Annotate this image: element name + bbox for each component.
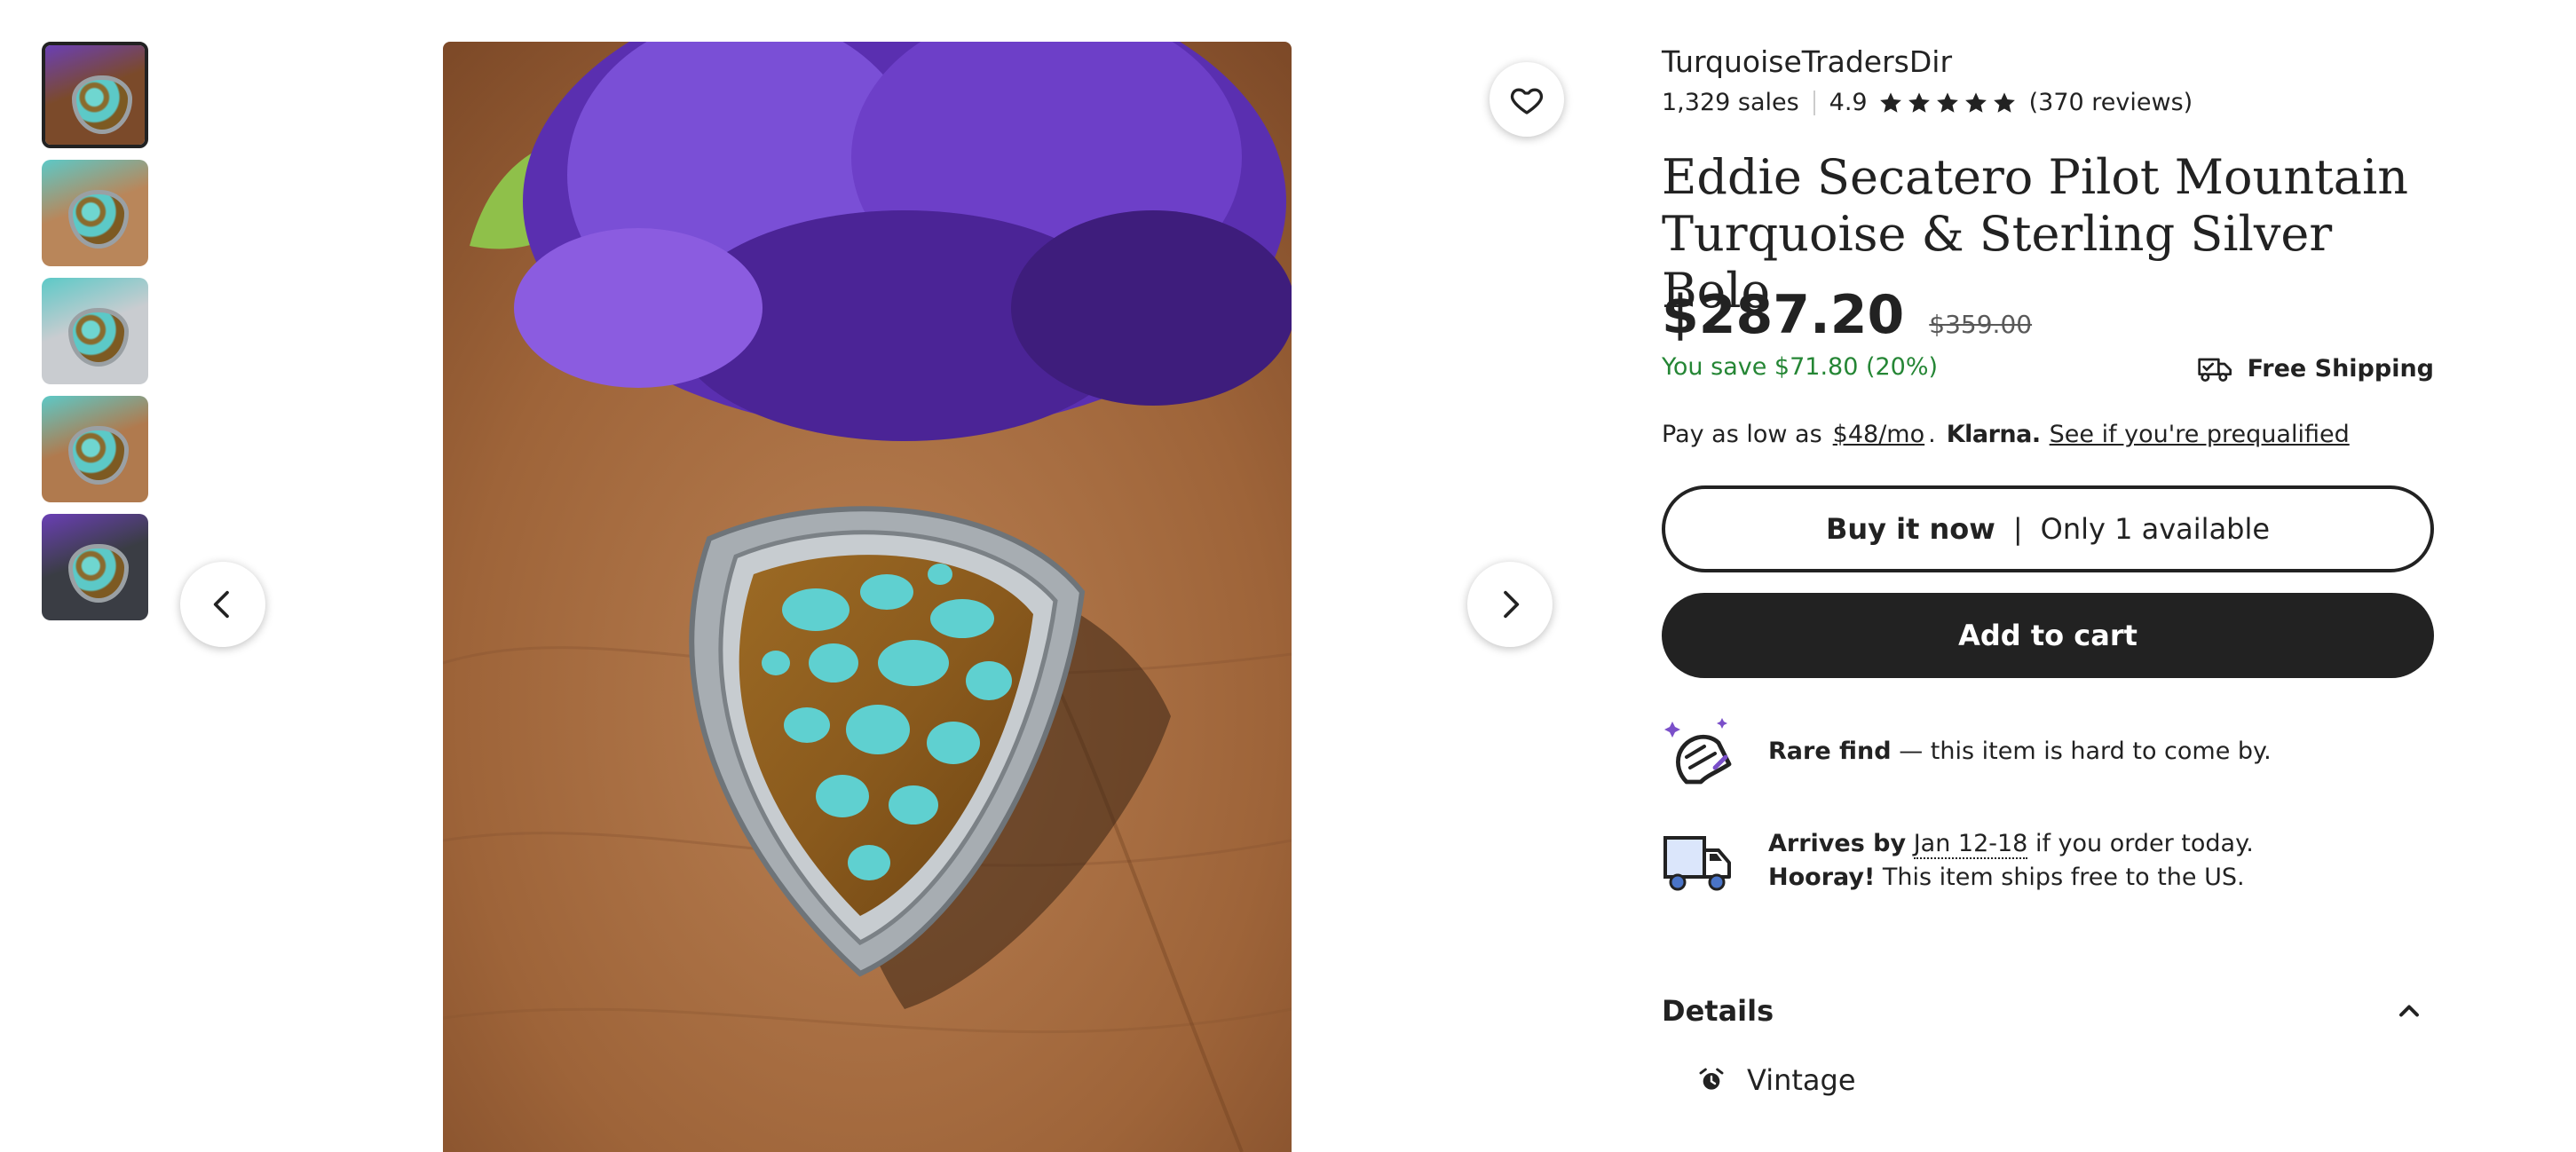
availability-label: Only 1 available (2040, 512, 2271, 546)
rare-find-text: Rare find — this item is hard to come by… (1768, 735, 2272, 769)
product-photo (443, 42, 1292, 1152)
previous-image-button[interactable] (180, 562, 265, 647)
klarna-logo: Klarna. (1946, 421, 2041, 448)
add-to-cart-button[interactable]: Add to cart (1662, 593, 2434, 678)
rare-find-rest: — this item is hard to come by. (1891, 738, 2272, 765)
main-product-image (443, 42, 1292, 1152)
chevron-right-icon (1504, 590, 1520, 619)
hooray-bold: Hooray! (1768, 864, 1876, 891)
shop-name-link[interactable]: TurquoiseTradersDir (1662, 44, 1952, 79)
hooray-line: Hooray! This item ships free to the US. (1768, 861, 2254, 895)
arrival-row: Arrives by Jan 12-18 if you order today.… (1662, 827, 2254, 895)
vintage-row: Vintage (1697, 1063, 1856, 1097)
hooray-rest: This item ships free to the US. (1875, 864, 2245, 891)
star-icon (1879, 91, 1901, 113)
rating-value: 4.9 (1829, 89, 1868, 116)
star-rating (1878, 91, 2020, 115)
shop-rating-row: 1,329 sales 4.9 (370 reviews) (1662, 89, 2193, 116)
delivery-truck-icon (2197, 358, 2232, 383)
thumbnail-1[interactable] (42, 42, 148, 148)
klarna-row: Pay as low as $48/mo . Klarna. See if yo… (1662, 421, 2353, 448)
free-shipping-badge: Free Shipping (2197, 353, 2434, 383)
thumbnail-2[interactable] (42, 160, 148, 266)
arrival-line: Arrives by Jan 12-18 if you order today. (1768, 827, 2254, 861)
arrival-date[interactable]: Jan 12-18 (1913, 830, 2028, 859)
klarna-amount-link[interactable]: $48/mo (1833, 421, 1924, 448)
thumbnail-3[interactable] (42, 278, 148, 384)
thumbnail-5[interactable] (42, 514, 148, 620)
price-row: $287.20 $359.00 (1662, 284, 2032, 346)
thumbnail-4[interactable] (42, 396, 148, 502)
rare-find-icon (1664, 718, 1732, 785)
chevron-up-icon (2399, 1005, 2419, 1017)
next-image-button[interactable] (1467, 562, 1553, 647)
favorite-button[interactable] (1489, 62, 1564, 137)
arrives-rest: if you order today. (2027, 830, 2254, 857)
arrives-bold: Arrives by (1768, 830, 1907, 857)
button-separator: | (2012, 512, 2023, 546)
details-heading: Details (1662, 994, 1774, 1028)
savings-text: You save $71.80 (20%) (1662, 353, 1939, 381)
details-toggle[interactable]: Details (1662, 994, 2434, 1028)
vintage-label: Vintage (1747, 1063, 1856, 1097)
star-icon (1936, 91, 1958, 113)
prequalified-link[interactable]: See if you're prequalified (2050, 421, 2350, 448)
rare-find-row: Rare find — this item is hard to come by… (1662, 714, 2272, 789)
sale-price: $287.20 (1662, 284, 1905, 346)
chevron-left-icon (213, 590, 229, 619)
klarna-dot: . (1928, 421, 1936, 448)
original-price: $359.00 (1929, 310, 2033, 339)
star-icon (1993, 91, 2015, 113)
sales-count: 1,329 sales (1662, 89, 1799, 116)
buy-it-now-button[interactable]: Buy it now | Only 1 available (1662, 485, 2434, 572)
divider (1813, 90, 1815, 115)
star-icon (1964, 91, 1987, 113)
buy-it-now-label: Buy it now (1825, 512, 1995, 546)
thumbnail-strip (42, 42, 148, 632)
free-shipping-label: Free Shipping (2247, 354, 2434, 383)
rare-find-bold: Rare find (1768, 738, 1892, 765)
klarna-prefix: Pay as low as (1662, 421, 1822, 448)
arrival-text: Arrives by Jan 12-18 if you order today.… (1768, 827, 2254, 895)
reviews-link[interactable]: (370 reviews) (2029, 89, 2193, 116)
alarm-clock-icon (1699, 1068, 1724, 1090)
heart-icon (1510, 88, 1544, 114)
star-icon (1908, 91, 1930, 113)
shipping-truck-icon (1663, 836, 1731, 891)
